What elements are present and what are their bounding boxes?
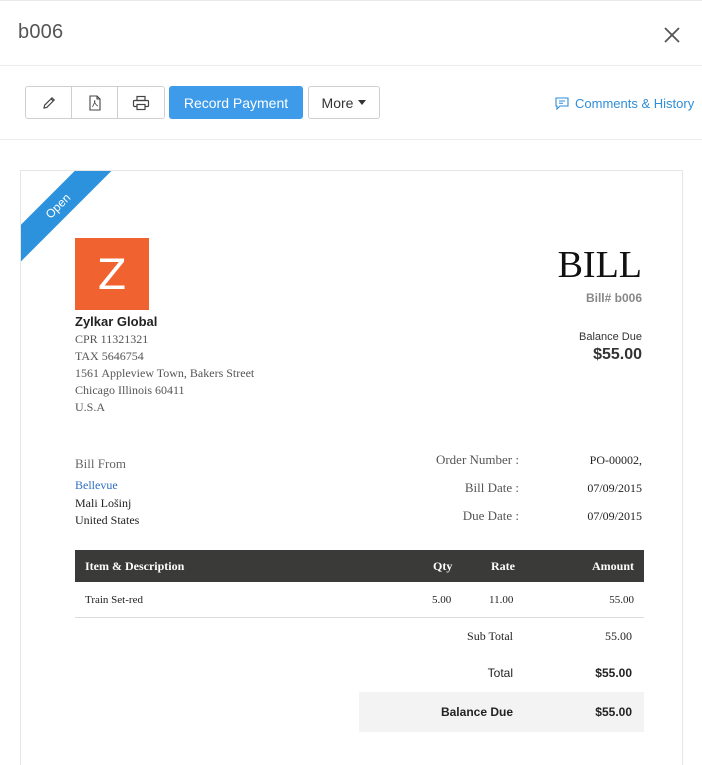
vendor-link[interactable]: Bellevue <box>75 478 118 493</box>
item-qty: 5.00 <box>432 594 452 606</box>
company-address-line: 1561 Appleview Town, Bakers Street <box>75 366 255 380</box>
record-payment-button[interactable]: Record Payment <box>169 86 303 119</box>
company-address-line: Chicago Illinois 60411 <box>75 383 185 397</box>
sub-total-value: 55.00 <box>605 629 632 643</box>
close-button[interactable] <box>660 23 684 47</box>
company-address-line: CPR 11321321 <box>75 332 149 346</box>
document-title: BILL <box>557 244 642 286</box>
column-header-amount: Amount <box>591 559 634 573</box>
bill-date-value: 07/09/2015 <box>587 481 642 495</box>
comment-icon <box>555 97 569 110</box>
action-icon-group <box>25 86 165 119</box>
comments-history-link[interactable]: Comments & History <box>555 96 694 111</box>
page-title: b006 <box>18 21 64 43</box>
column-header-rate: Rate <box>491 559 515 573</box>
order-number-value: PO-00002, <box>589 453 642 467</box>
pdf-button[interactable] <box>72 87 118 118</box>
more-label: More <box>321 94 354 111</box>
balance-due-total-value: $55.00 <box>595 705 632 719</box>
caret-down-icon <box>358 100 367 105</box>
column-header-item: Item & Description <box>85 559 185 573</box>
company-logo: Z <box>75 238 149 310</box>
sub-total-label: Sub Total <box>467 629 513 643</box>
pdf-icon <box>88 94 101 111</box>
item-rate: 11.00 <box>489 594 514 606</box>
print-button[interactable] <box>118 87 164 118</box>
company-address-line: U.S.A <box>75 400 106 414</box>
close-icon <box>664 27 680 43</box>
company-address-line: TAX 5646754 <box>75 349 144 363</box>
toolbar: Record Payment More Comments & History <box>0 66 702 140</box>
table-row: Train Set-red 5.00 11.00 55.00 <box>75 582 644 618</box>
vendor-address-line: Mali Lošinj <box>75 496 132 510</box>
column-header-qty: Qty <box>433 559 453 573</box>
bill-number: Bill# b006 <box>585 291 642 305</box>
order-number-label: Order Number : <box>435 452 519 467</box>
item-amount: 55.00 <box>609 594 634 606</box>
comments-history-label: Comments & History <box>575 96 695 111</box>
more-dropdown-button[interactable]: More <box>308 86 380 119</box>
vendor-address-line: United States <box>75 513 140 527</box>
header-bar: b006 <box>0 0 702 66</box>
total-value: $55.00 <box>595 666 632 680</box>
due-date-label: Due Date : <box>462 508 519 523</box>
pencil-icon <box>42 96 55 109</box>
company-name: Zylkar Global <box>75 314 158 329</box>
edit-button[interactable] <box>26 87 72 118</box>
due-date-value: 07/09/2015 <box>587 509 642 523</box>
total-label: Total <box>487 666 513 680</box>
bill-document: Open Z Zylkar Global CPR 11321321 TAX 56… <box>20 170 683 765</box>
bill-date-label: Bill Date : <box>464 480 519 495</box>
table-header: Item & Description Qty Rate Amount <box>75 550 644 582</box>
item-description: Train Set-red <box>85 594 143 606</box>
balance-due-label: Balance Due <box>579 331 642 343</box>
bill-from-label: Bill From <box>75 456 126 471</box>
balance-due-amount: $55.00 <box>593 346 642 363</box>
printer-icon <box>132 95 150 110</box>
balance-due-total-label: Balance Due <box>440 705 513 719</box>
